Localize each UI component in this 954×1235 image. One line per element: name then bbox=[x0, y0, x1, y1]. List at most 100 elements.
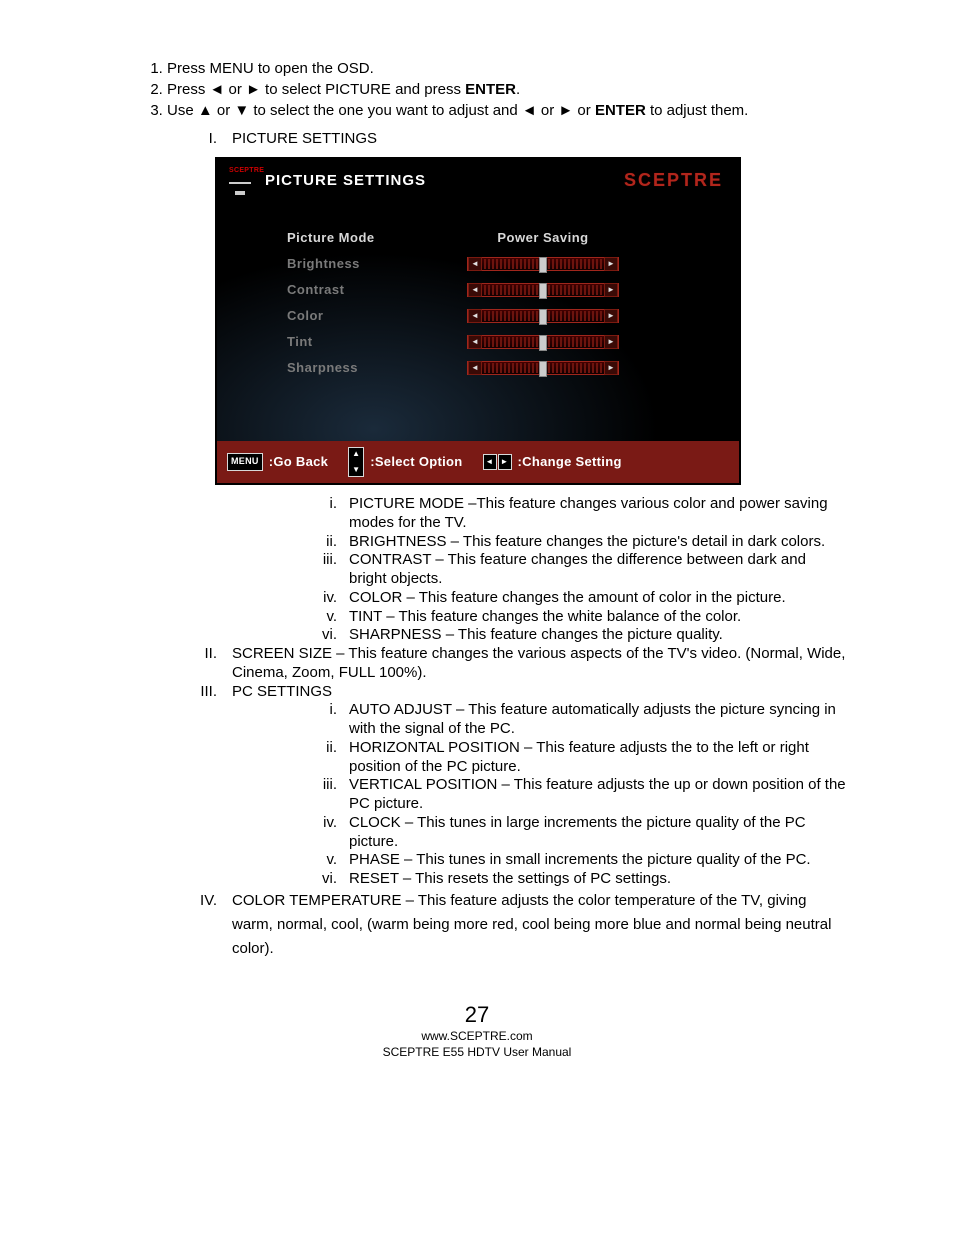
sub-num: v. bbox=[307, 851, 349, 870]
sub-num: ii. bbox=[307, 533, 349, 552]
slider-left-arrow-icon[interactable]: ◄ bbox=[468, 335, 482, 349]
slider-left-arrow-icon[interactable]: ◄ bbox=[468, 283, 482, 297]
slider-thumb[interactable] bbox=[539, 361, 547, 377]
roman-list: I. PICTURE SETTINGS SCEPTRE PICTURE SETT… bbox=[107, 130, 847, 961]
page-footer: 27 www.SCEPTRE.com SCEPTRE E55 HDTV User… bbox=[107, 1001, 847, 1061]
picture-mode-desc: PICTURE MODE –This feature changes vario… bbox=[349, 495, 847, 533]
pc-sub-list: i.AUTO ADJUST – This feature automatical… bbox=[307, 701, 847, 889]
step-2-text-a: Press ◄ or ► to select PICTURE and press bbox=[167, 81, 465, 98]
picture-sub-list: i.PICTURE MODE –This feature changes var… bbox=[307, 495, 847, 645]
slider-left-arrow-icon[interactable]: ◄ bbox=[468, 257, 482, 271]
brightness-desc: BRIGHTNESS – This feature changes the pi… bbox=[349, 533, 847, 552]
roman-III-num: III. bbox=[167, 683, 232, 702]
reset-desc: RESET – This resets the settings of PC s… bbox=[349, 870, 847, 889]
sub-num: ii. bbox=[307, 739, 349, 777]
sub-num: i. bbox=[307, 495, 349, 533]
osd-contrast-row[interactable]: Contrast ◄ ► bbox=[287, 277, 715, 303]
sub-num: vi. bbox=[307, 870, 349, 889]
roman-IV: IV. COLOR TEMPERATURE – This feature adj… bbox=[167, 889, 847, 961]
osd-sharpness-slider[interactable]: ◄ ► bbox=[467, 361, 619, 375]
osd-tint-label: Tint bbox=[287, 334, 467, 350]
auto-adjust-desc: AUTO ADJUST – This feature automatically… bbox=[349, 701, 847, 739]
roman-I-num: I. bbox=[167, 130, 232, 149]
roman-I: I. PICTURE SETTINGS bbox=[167, 130, 847, 149]
osd-brightness-label: Brightness bbox=[287, 256, 467, 272]
step-1: Press MENU to open the OSD. bbox=[167, 60, 847, 79]
phase-desc: PHASE – This tunes in small increments t… bbox=[349, 851, 847, 870]
osd-logo-icon: SCEPTRE bbox=[229, 167, 257, 195]
hpos-desc: HORIZONTAL POSITION – This feature adjus… bbox=[349, 739, 847, 777]
slider-right-arrow-icon[interactable]: ► bbox=[604, 283, 618, 297]
slider-thumb[interactable] bbox=[539, 283, 547, 299]
page-number: 27 bbox=[107, 1001, 847, 1030]
vpos-desc: VERTICAL POSITION – This feature adjusts… bbox=[349, 776, 847, 814]
roman-III: III. PC SETTINGS bbox=[167, 683, 847, 702]
osd-brightness-row[interactable]: Brightness ◄ ► bbox=[287, 251, 715, 277]
roman-IV-text: COLOR TEMPERATURE – This feature adjusts… bbox=[232, 889, 847, 961]
osd-header: SCEPTRE PICTURE SETTINGS SCEPTRE bbox=[217, 159, 739, 203]
page-content: Press MENU to open the OSD. Press ◄ or ►… bbox=[107, 60, 847, 1061]
sub-num: i. bbox=[307, 701, 349, 739]
roman-II-num: II. bbox=[167, 645, 232, 683]
step-3-text-a: Use ▲ or ▼ to select the one you want to… bbox=[167, 102, 595, 119]
color-desc: COLOR – This feature changes the amount … bbox=[349, 589, 847, 608]
step-2-text-c: . bbox=[516, 81, 520, 98]
roman-I-label: PICTURE SETTINGS bbox=[232, 130, 847, 149]
contrast-desc: CONTRAST – This feature changes the diff… bbox=[349, 551, 847, 589]
slider-thumb[interactable] bbox=[539, 309, 547, 325]
sub-num: iii. bbox=[307, 776, 349, 814]
slider-thumb[interactable] bbox=[539, 335, 547, 351]
roman-II: II. SCREEN SIZE – This feature changes t… bbox=[167, 645, 847, 683]
step-2: Press ◄ or ► to select PICTURE and press… bbox=[167, 81, 847, 100]
tint-desc: TINT – This feature changes the white ba… bbox=[349, 608, 847, 627]
osd-contrast-label: Contrast bbox=[287, 282, 467, 298]
roman-III-text: PC SETTINGS bbox=[232, 683, 847, 702]
osd-tint-row[interactable]: Tint ◄ ► bbox=[287, 329, 715, 355]
osd-panel: SCEPTRE PICTURE SETTINGS SCEPTRE Picture… bbox=[215, 157, 741, 485]
osd-footer: MENU :Go Back ▲▼ :Select Option ◄► :Chan… bbox=[217, 441, 739, 483]
sub-num: iii. bbox=[307, 551, 349, 589]
osd-brand-logo: SCEPTRE bbox=[624, 169, 723, 192]
main-ordered-list: Press MENU to open the OSD. Press ◄ or ►… bbox=[107, 60, 847, 120]
osd-title: PICTURE SETTINGS bbox=[265, 172, 426, 191]
sub-num: iv. bbox=[307, 814, 349, 852]
osd-contrast-slider[interactable]: ◄ ► bbox=[467, 283, 619, 297]
osd-color-label: Color bbox=[287, 308, 467, 324]
slider-right-arrow-icon[interactable]: ► bbox=[604, 309, 618, 323]
slider-left-arrow-icon[interactable]: ◄ bbox=[468, 309, 482, 323]
sharpness-desc: SHARPNESS – This feature changes the pic… bbox=[349, 626, 847, 645]
step-3-enter: ENTER bbox=[595, 102, 646, 119]
osd-select-label: :Select Option bbox=[370, 454, 462, 470]
osd-body: Picture Mode Power Saving Brightness ◄ ►… bbox=[217, 203, 739, 441]
osd-change-label: :Change Setting bbox=[518, 454, 622, 470]
sub-num: iv. bbox=[307, 589, 349, 608]
slider-right-arrow-icon[interactable]: ► bbox=[604, 335, 618, 349]
clock-desc: CLOCK – This tunes in large increments t… bbox=[349, 814, 847, 852]
osd-picture-mode-label: Picture Mode bbox=[287, 230, 467, 246]
menu-key-icon: MENU bbox=[227, 453, 263, 471]
osd-sharpness-row[interactable]: Sharpness ◄ ► bbox=[287, 355, 715, 381]
step-3-text-c: to adjust them. bbox=[646, 102, 749, 119]
osd-sharpness-label: Sharpness bbox=[287, 360, 467, 376]
osd-picture-mode-row[interactable]: Picture Mode Power Saving bbox=[287, 225, 715, 251]
step-2-enter: ENTER bbox=[465, 81, 516, 98]
slider-right-arrow-icon[interactable]: ► bbox=[604, 361, 618, 375]
roman-IV-num: IV. bbox=[167, 889, 232, 961]
step-3: Use ▲ or ▼ to select the one you want to… bbox=[167, 102, 847, 121]
slider-left-arrow-icon[interactable]: ◄ bbox=[468, 361, 482, 375]
footer-manual: SCEPTRE E55 HDTV User Manual bbox=[107, 1045, 847, 1061]
roman-II-text: SCREEN SIZE – This feature changes the v… bbox=[232, 645, 847, 683]
left-right-key-icon: ◄► bbox=[483, 454, 512, 470]
sub-num: v. bbox=[307, 608, 349, 627]
osd-color-slider[interactable]: ◄ ► bbox=[467, 309, 619, 323]
slider-right-arrow-icon[interactable]: ► bbox=[604, 257, 618, 271]
osd-picture-mode-value: Power Saving bbox=[467, 230, 619, 246]
osd-color-row[interactable]: Color ◄ ► bbox=[287, 303, 715, 329]
osd-go-back-label: :Go Back bbox=[269, 454, 328, 470]
osd-brightness-slider[interactable]: ◄ ► bbox=[467, 257, 619, 271]
osd-tint-slider[interactable]: ◄ ► bbox=[467, 335, 619, 349]
footer-url: www.SCEPTRE.com bbox=[107, 1029, 847, 1045]
sub-num: vi. bbox=[307, 626, 349, 645]
slider-thumb[interactable] bbox=[539, 257, 547, 273]
up-down-key-icon: ▲▼ bbox=[348, 447, 364, 477]
